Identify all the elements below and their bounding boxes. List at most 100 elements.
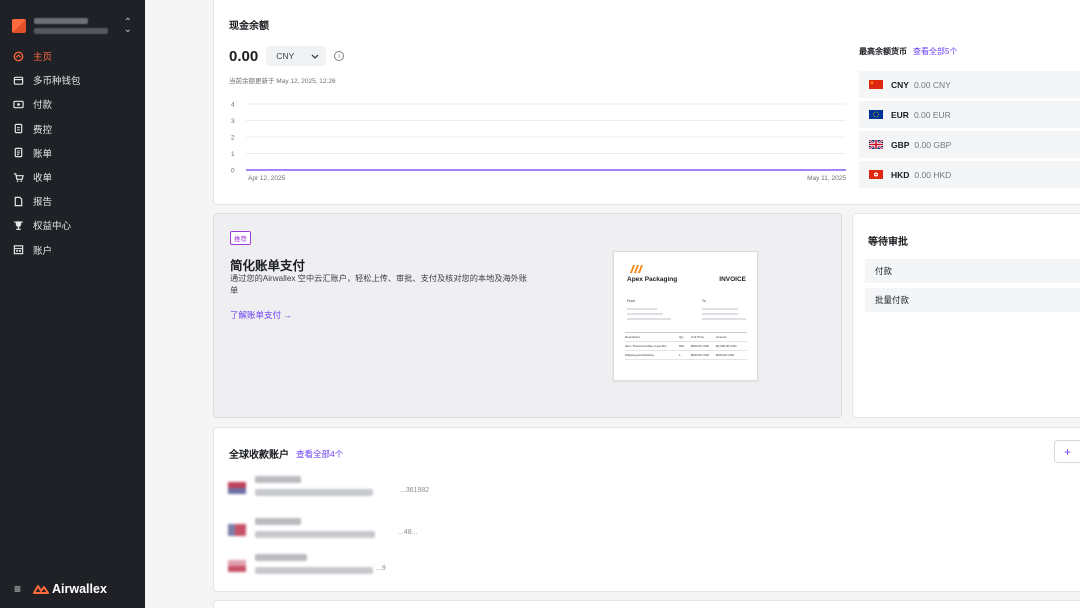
account-switcher[interactable]: ⌃ ⌄	[8, 12, 136, 40]
account-row[interactable]: ...361982	[228, 476, 448, 500]
promo-title: 简化账单支付	[230, 259, 306, 273]
cash-balance-card: 现金余额 0.00 CNY i 当前余额更新于 May 12, 2025, 12…	[213, 0, 1080, 205]
account-flag-icon	[228, 524, 246, 536]
x-tick-label-end: May 11, 2025	[807, 175, 846, 182]
y-tick-label: 1	[231, 151, 235, 158]
sidebar-item-reports[interactable]: 报告	[0, 189, 145, 213]
currency-row-cny[interactable]: CNY 0.00 CNY	[859, 71, 1080, 98]
currency-select[interactable]: CNY	[266, 46, 327, 66]
cart-icon	[13, 172, 24, 183]
account-name-redacted	[255, 554, 307, 561]
sidebar-item-wallet[interactable]: 多币种钱包	[0, 68, 145, 92]
sidebar-item-label: 报告	[33, 197, 53, 209]
sidebar-item-account[interactable]: 账户	[0, 238, 145, 262]
invoice-col-amount: Amount	[716, 335, 727, 339]
sidebar-item-label: 多币种钱包	[33, 76, 81, 88]
invoice-cell: Item: Thermal Coffee Cups 8oz	[625, 344, 667, 348]
account-number-suffix: ...361982	[400, 487, 430, 494]
sidebar-item-bills[interactable]: 账单	[0, 141, 145, 165]
next-card	[213, 600, 1080, 608]
sidebar-item-acquiring[interactable]: 收单	[0, 165, 145, 189]
brand-name: Airwallex	[52, 582, 107, 596]
currency-balance: 0.00 GBP	[914, 139, 952, 150]
invoice-to-label: To	[702, 299, 706, 303]
payment-icon	[13, 99, 24, 110]
placeholder-line	[702, 308, 738, 310]
eu-flag-icon	[869, 110, 883, 119]
currency-row-gbp[interactable]: GBP 0.00 GBP	[859, 131, 1080, 158]
approvals-title: 等待审批	[868, 237, 908, 248]
account-name-redacted	[255, 476, 301, 483]
placeholder-line	[702, 318, 746, 320]
approval-item-batch-payments[interactable]: 批量付款	[865, 288, 1080, 312]
balance-chart: 0 1 2 3 4 Apr 12, 2025 May 11, 2025	[231, 102, 846, 183]
info-icon[interactable]: i	[334, 51, 345, 61]
invoice-col-unit-price: Unit Price	[691, 335, 705, 339]
sidebar-item-payments[interactable]: 付款	[0, 92, 145, 116]
y-tick-label: 2	[231, 135, 235, 142]
trophy-icon	[13, 220, 24, 231]
learn-bill-pay-link[interactable]: 了解账单支付 →	[230, 309, 292, 321]
approval-item-payments[interactable]: 付款	[865, 259, 1080, 283]
invoice-cell: $000.00 USD	[691, 353, 710, 357]
top-currencies-title: 最高余额货币	[859, 47, 907, 56]
cn-flag-icon	[869, 80, 883, 89]
sidebar-item-expenses[interactable]: 费控	[0, 117, 145, 141]
bill-icon	[13, 147, 24, 158]
account-number-suffix: ...9	[376, 565, 386, 572]
apex-logo-icon	[630, 265, 643, 273]
hk-flag-icon	[869, 170, 883, 179]
promo-description: 通过您的Airwallex 空中云汇账户，轻松上传、审批、支付及核对您的本地及海…	[230, 274, 528, 295]
balance-row: 0.00 CNY i	[229, 46, 345, 66]
invoice-cell: $000.00 USD	[691, 344, 710, 348]
account-row[interactable]: ...9	[228, 554, 448, 578]
currency-row-eur[interactable]: EUR 0.00 EUR	[859, 101, 1080, 128]
sidebar-item-label: 主页	[33, 52, 53, 64]
chevron-updown-icon: ⌃ ⌄	[123, 17, 132, 35]
recommended-badge: 推荐	[230, 231, 251, 245]
invoice-table-row: Item: Thermal Coffee Cups 8oz 500 $000.0…	[625, 342, 747, 351]
account-icon	[13, 244, 24, 255]
learn-bill-pay-label: 了解账单支付	[230, 310, 282, 320]
accounts-title: 全球收款账户	[229, 450, 289, 461]
currency-row-hkd[interactable]: HKD 0.00 HKD	[859, 161, 1080, 188]
sidebar-nav: 主页 多币种钱包 付款 费控 账单 收单 报告 权益中心 账户	[0, 44, 145, 262]
view-all-currencies-link[interactable]: 查看全部5个	[913, 46, 957, 57]
currency-code: CNY	[891, 79, 909, 90]
report-icon	[13, 196, 24, 207]
gb-flag-icon	[869, 140, 883, 149]
menu-icon[interactable]: ≡	[14, 582, 21, 596]
invoice-table-row: Shipping and Delivery 1 $000.00 USD $000…	[625, 351, 747, 360]
invoice-table-header: Description Qty Unit Price Amount	[625, 333, 747, 342]
currency-select-value: CNY	[276, 51, 295, 61]
invoice-from-label: From	[627, 299, 636, 303]
currency-code: HKD	[891, 169, 910, 180]
invoice-cell: Shipping and Delivery	[625, 353, 655, 357]
placeholder-line	[627, 318, 671, 320]
account-row[interactable]: ...48...	[228, 518, 448, 542]
brand-logo: Airwallex	[33, 582, 107, 596]
airwallex-mark-icon	[33, 584, 50, 594]
currency-balance: 0.00 EUR	[913, 109, 951, 120]
placeholder-line	[627, 313, 663, 315]
sidebar-item-label: 权益中心	[33, 221, 72, 233]
balance-updated-time: 当前余额更新于 May 12, 2025, 12:26	[229, 78, 336, 85]
accounts-header: 全球收款账户 查看全部4个	[229, 446, 343, 462]
balance-amount: 0.00	[229, 47, 259, 65]
account-flag-icon	[228, 560, 246, 572]
sidebar-item-rewards[interactable]: 权益中心	[0, 213, 145, 237]
pending-approvals-card: 等待审批 付款 批量付款	[852, 213, 1080, 418]
sidebar-footer: ≡ Airwallex	[14, 582, 107, 596]
wallet-icon	[13, 75, 24, 86]
view-all-accounts-link[interactable]: 查看全部4个	[296, 448, 343, 460]
sidebar-item-home[interactable]: 主页	[0, 44, 145, 68]
currency-code: GBP	[891, 139, 910, 150]
expense-icon	[13, 123, 24, 134]
invoice-company: Apex Packaging	[627, 276, 678, 283]
invoice-label: INVOICE	[719, 276, 746, 283]
account-logo	[12, 19, 26, 33]
invoice-col-description: Description	[625, 335, 641, 339]
placeholder-line	[627, 308, 657, 310]
add-account-button[interactable]: +	[1054, 440, 1080, 463]
home-icon	[13, 51, 24, 62]
